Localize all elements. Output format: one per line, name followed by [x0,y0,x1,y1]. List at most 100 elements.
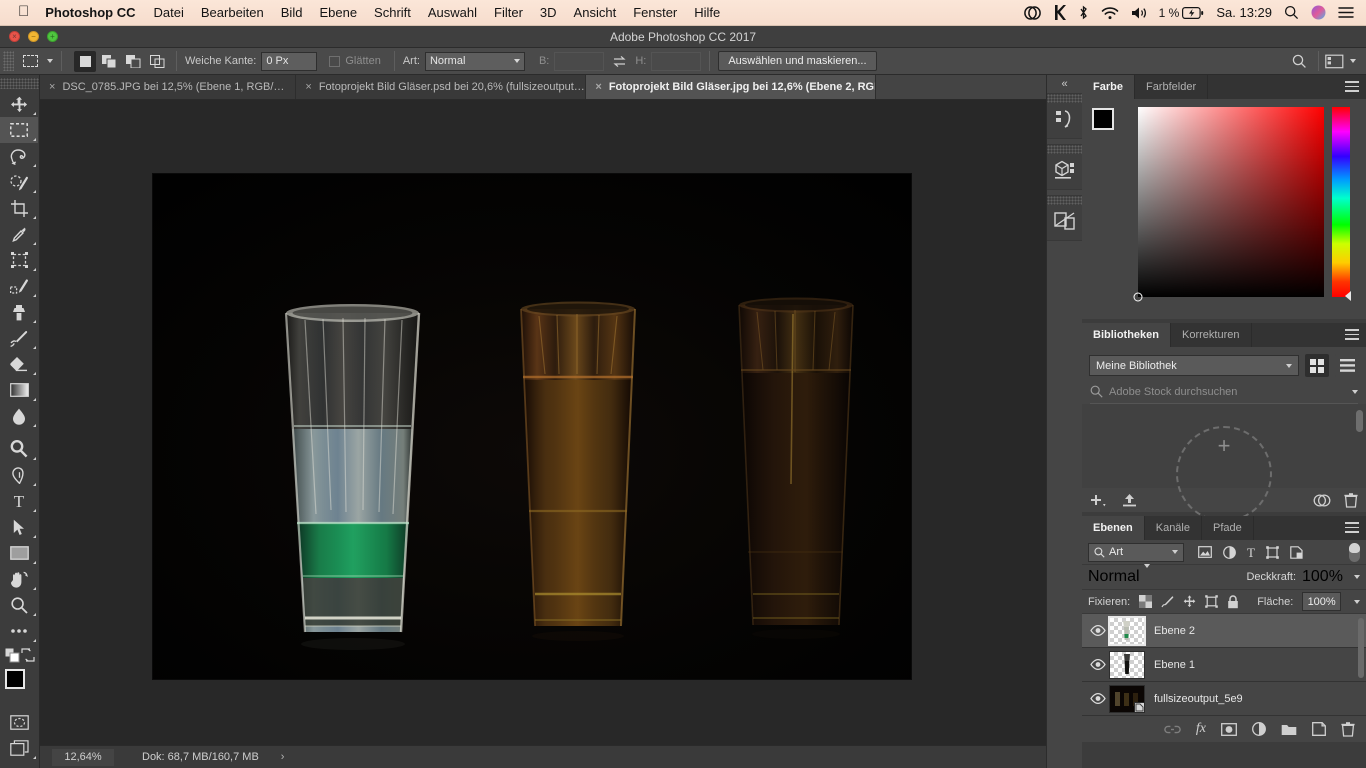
zoom-tool[interactable] [0,592,38,618]
library-scrollbar[interactable] [1356,410,1363,432]
blend-mode-select[interactable]: Normal [1088,564,1240,586]
upload-icon[interactable] [1122,493,1137,507]
eye-icon[interactable] [1087,693,1109,704]
tab-pfade[interactable]: Pfade [1202,516,1254,540]
lock-artboard-icon[interactable] [1205,595,1218,608]
height-input[interactable] [651,51,702,71]
cube-icon[interactable] [1047,154,1082,186]
eyedropper-tool[interactable] [0,221,38,247]
move-tool[interactable] [0,91,38,117]
layer-list-scrollbar[interactable] [1358,618,1364,678]
opacity-chevron-down-icon[interactable] [1354,575,1360,579]
mac-menu-item-auswahl[interactable]: Auswahl [428,5,477,20]
mac-menu-item-datei[interactable]: Datei [154,5,184,20]
tab-korrekturen[interactable]: Korrekturen [1171,323,1252,347]
document-tab-1[interactable]: × Fotoprojekt Bild Gläser.psd bei 20,6% … [296,75,587,99]
volume-icon[interactable] [1131,6,1147,20]
layer-name[interactable]: Ebene 1 [1154,659,1195,671]
close-icon[interactable]: × [595,81,601,93]
mac-menu-item-schrift[interactable]: Schrift [374,5,411,20]
clone-stamp-tool[interactable] [0,299,38,325]
rectangle-tool[interactable] [0,540,38,566]
document-tab-2[interactable]: × Fotoprojekt Bild Gläser.jpg bei 12,6% … [586,75,877,99]
mac-clock[interactable]: Sa. 13:29 [1216,5,1272,20]
tab-kanaele[interactable]: Kanäle [1144,516,1202,540]
siri-icon[interactable] [1311,5,1326,20]
stock-search-input[interactable]: Adobe Stock durchsuchen [1109,386,1342,398]
mac-menu-item-fenster[interactable]: Fenster [633,5,677,20]
layer-style-fx-icon[interactable]: fx [1196,722,1206,736]
adjustment-layer-icon[interactable] [1223,545,1236,559]
battery-status[interactable]: 1 % [1159,6,1205,20]
panel-menu-icon[interactable] [1345,329,1359,343]
chevron-down-icon[interactable] [1352,389,1358,394]
list-view-icon[interactable] [1335,354,1359,377]
mac-menu-item-filter[interactable]: Filter [494,5,523,20]
blur-tool[interactable] [0,403,38,429]
pixel-layer-icon[interactable] [1198,546,1212,558]
hue-slider[interactable] [1332,107,1351,301]
add-plus-icon[interactable] [1090,493,1106,507]
antialias-checkbox[interactable] [329,55,341,67]
quick-selection-tool[interactable] [0,169,38,195]
lasso-tool[interactable] [0,143,38,169]
color-field[interactable] [1133,107,1324,302]
width-input[interactable] [554,51,605,71]
panel-menu-icon[interactable] [1345,522,1359,536]
layer-filter-select[interactable]: Art [1088,542,1184,562]
rectangular-marquee-icon[interactable] [17,51,43,72]
layer-thumbnail[interactable] [1109,684,1145,713]
options-bar-grip[interactable] [3,51,14,71]
healing-brush-tool[interactable] [0,273,38,299]
creative-cloud-icon[interactable] [1023,5,1041,20]
trash-icon[interactable] [1344,492,1358,508]
eye-icon[interactable] [1087,659,1109,670]
eraser-tool[interactable] [0,351,38,377]
new-group-icon[interactable] [1281,723,1297,736]
mac-menu-item-ebene[interactable]: Ebene [319,5,357,20]
mac-menu-item-3d[interactable]: 3D [540,5,557,20]
document-image[interactable] [153,174,911,679]
crop-tool[interactable] [0,195,38,221]
color-panel-swatches[interactable] [1090,107,1132,147]
layer-mask-icon[interactable] [1221,722,1237,736]
opacity-input[interactable]: 100% [1302,568,1344,586]
mac-menu-app-name[interactable]: Photoshop CC [45,5,135,20]
lock-position-icon[interactable] [1183,595,1196,608]
library-drop-zone[interactable]: + [1082,404,1366,522]
lock-all-icon[interactable] [1227,594,1239,609]
default-colors-icon[interactable] [4,648,20,663]
mac-menu-item-bearbeiten[interactable]: Bearbeiten [201,5,264,20]
document-tab-0[interactable]: × DSC_0785.JPG bei 12,5% (Ebene 1, RGB/… [40,75,297,99]
type-tool[interactable]: T [0,488,38,514]
fill-input[interactable]: 100% [1302,592,1341,611]
tab-farbfelder[interactable]: Farbfelder [1134,75,1209,99]
eye-icon[interactable] [1087,625,1109,636]
wifi-icon[interactable] [1101,6,1119,20]
tool-preset-chevron-down-icon[interactable] [47,59,53,63]
history-icon[interactable] [1047,103,1082,135]
add-to-selection-button[interactable] [98,50,120,72]
creative-cloud-icon[interactable] [1313,493,1331,507]
dodge-tool[interactable] [0,436,38,462]
pen-tool[interactable] [0,462,38,488]
delete-layer-icon[interactable] [1341,721,1355,737]
list-icon[interactable] [1338,6,1354,19]
tab-farbe[interactable]: Farbe [1082,75,1135,99]
mac-menu-item-hilfe[interactable]: Hilfe [694,5,720,20]
workspace-chevron-down-icon[interactable] [1350,59,1356,63]
new-layer-icon[interactable] [1312,722,1326,736]
mac-menu-item-ansicht[interactable]: Ansicht [574,5,617,20]
close-icon[interactable]: × [305,81,311,93]
kaspersky-k-icon[interactable] [1053,5,1066,20]
quick-mask-button[interactable] [0,709,38,735]
mac-menu-item-bild[interactable]: Bild [281,5,303,20]
adjustment-layer-icon[interactable] [1252,722,1266,736]
select-and-mask-button[interactable]: Auswählen und maskieren... [718,51,877,71]
style-select[interactable]: Normal [424,51,525,71]
panel-menu-icon[interactable] [1345,81,1359,95]
layer-thumbnail[interactable] [1109,650,1145,679]
search-icon[interactable] [1284,5,1299,20]
library-select[interactable]: Meine Bibliothek [1089,355,1299,376]
color-picker-marker-icon[interactable] [1133,292,1143,302]
